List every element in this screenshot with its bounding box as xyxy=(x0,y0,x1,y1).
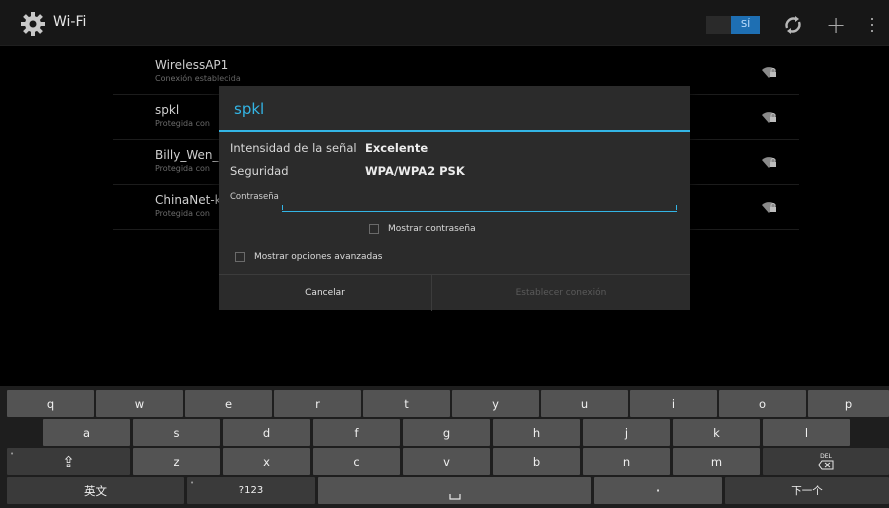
network-name: spkl xyxy=(155,103,180,117)
key-u[interactable]: u xyxy=(541,390,628,417)
key-x[interactable]: x xyxy=(223,448,310,475)
checkbox-box[interactable] xyxy=(235,252,245,262)
space-key[interactable] xyxy=(318,477,591,504)
key-n[interactable]: n xyxy=(583,448,670,475)
key-corner-dot: • xyxy=(10,450,15,458)
network-name: Billy_Wen_0 xyxy=(155,148,227,162)
key-o[interactable]: o xyxy=(719,390,806,417)
key-r[interactable]: r xyxy=(274,390,361,417)
advanced-options-checkbox[interactable]: Mostrar opciones avanzadas xyxy=(235,252,382,262)
network-name: ChinaNet-k xyxy=(155,193,222,207)
period-key[interactable]: · xyxy=(594,477,722,504)
symbols-key[interactable]: • ?123 xyxy=(187,477,315,504)
key-s[interactable]: s xyxy=(133,419,220,446)
key-d[interactable]: d xyxy=(223,419,310,446)
wifi-toggle-on-label: SÍ xyxy=(731,16,760,34)
key-c[interactable]: c xyxy=(313,448,400,475)
shift-icon: ⇪ xyxy=(62,452,75,471)
key-corner-dot: • xyxy=(190,479,195,487)
password-input[interactable] xyxy=(282,196,677,212)
wps-icon[interactable] xyxy=(780,12,806,38)
key-g[interactable]: g xyxy=(403,419,490,446)
wifi-lock-signal-icon xyxy=(761,109,777,123)
password-input-edge xyxy=(282,205,283,210)
connect-button[interactable]: Establecer conexión xyxy=(432,275,690,311)
key-w[interactable]: w xyxy=(96,390,183,417)
key-e[interactable]: e xyxy=(185,390,272,417)
key-q[interactable]: q xyxy=(7,390,94,417)
delete-icon: DEL xyxy=(818,453,834,470)
key-p[interactable]: p xyxy=(808,390,889,417)
key-h[interactable]: h xyxy=(493,419,580,446)
key-k[interactable]: k xyxy=(673,419,760,446)
security-label: Seguridad xyxy=(230,164,289,178)
dialog-button-bar: Cancelar Establecer conexión xyxy=(219,274,690,311)
key-i[interactable]: i xyxy=(630,390,717,417)
symbols-key-label: ?123 xyxy=(238,485,264,496)
wifi-lock-signal-icon xyxy=(761,64,777,78)
add-network-icon[interactable]: + xyxy=(823,12,849,38)
signal-label: Intensidad de la señal xyxy=(230,141,357,155)
password-input-edge xyxy=(676,205,677,210)
wifi-toggle[interactable]: SÍ xyxy=(706,16,760,34)
checkbox-box[interactable] xyxy=(369,224,379,234)
key-v[interactable]: v xyxy=(403,448,490,475)
network-name: WirelessAP1 xyxy=(155,58,229,72)
signal-value: Excelente xyxy=(365,141,429,155)
delete-key[interactable]: DEL xyxy=(763,448,889,475)
key-y[interactable]: y xyxy=(452,390,539,417)
key-m[interactable]: m xyxy=(673,448,760,475)
security-value: WPA/WPA2 PSK xyxy=(365,164,465,178)
key-a[interactable]: a xyxy=(43,419,130,446)
network-status: Protegida con xyxy=(155,209,210,218)
wifi-lock-signal-icon xyxy=(761,154,777,168)
show-password-label: Mostrar contraseña xyxy=(388,224,476,234)
overflow-menu-icon[interactable] xyxy=(866,12,878,38)
language-key[interactable]: 英文 xyxy=(7,477,184,504)
network-status: Protegida con xyxy=(155,164,210,173)
action-bar: Wi-Fi SÍ + xyxy=(0,0,889,46)
dialog-title: spkl xyxy=(234,100,265,118)
soft-keyboard: q w e r t y u i o p a s d f g h j k l • … xyxy=(0,386,889,508)
show-password-checkbox[interactable]: Mostrar contraseña xyxy=(369,224,476,234)
gear-icon xyxy=(20,11,46,37)
key-l[interactable]: l xyxy=(763,419,850,446)
password-label: Contraseña xyxy=(230,192,279,202)
key-j[interactable]: j xyxy=(583,419,670,446)
next-key[interactable]: 下一个 xyxy=(725,477,889,504)
key-z[interactable]: z xyxy=(133,448,220,475)
wifi-lock-signal-icon xyxy=(761,199,777,213)
app-title: Wi-Fi xyxy=(53,14,87,30)
key-t[interactable]: t xyxy=(363,390,450,417)
key-f[interactable]: f xyxy=(313,419,400,446)
shift-key[interactable]: • ⇪ xyxy=(7,448,130,475)
cancel-button[interactable]: Cancelar xyxy=(219,275,431,311)
advanced-options-label: Mostrar opciones avanzadas xyxy=(254,252,383,262)
wifi-connect-dialog: spkl Intensidad de la señal Excelente Se… xyxy=(219,86,690,311)
network-status: Conexión establecida xyxy=(155,74,241,83)
network-status: Protegida con xyxy=(155,119,210,128)
key-b[interactable]: b xyxy=(493,448,580,475)
space-icon xyxy=(448,493,461,500)
dialog-title-divider xyxy=(219,130,690,132)
